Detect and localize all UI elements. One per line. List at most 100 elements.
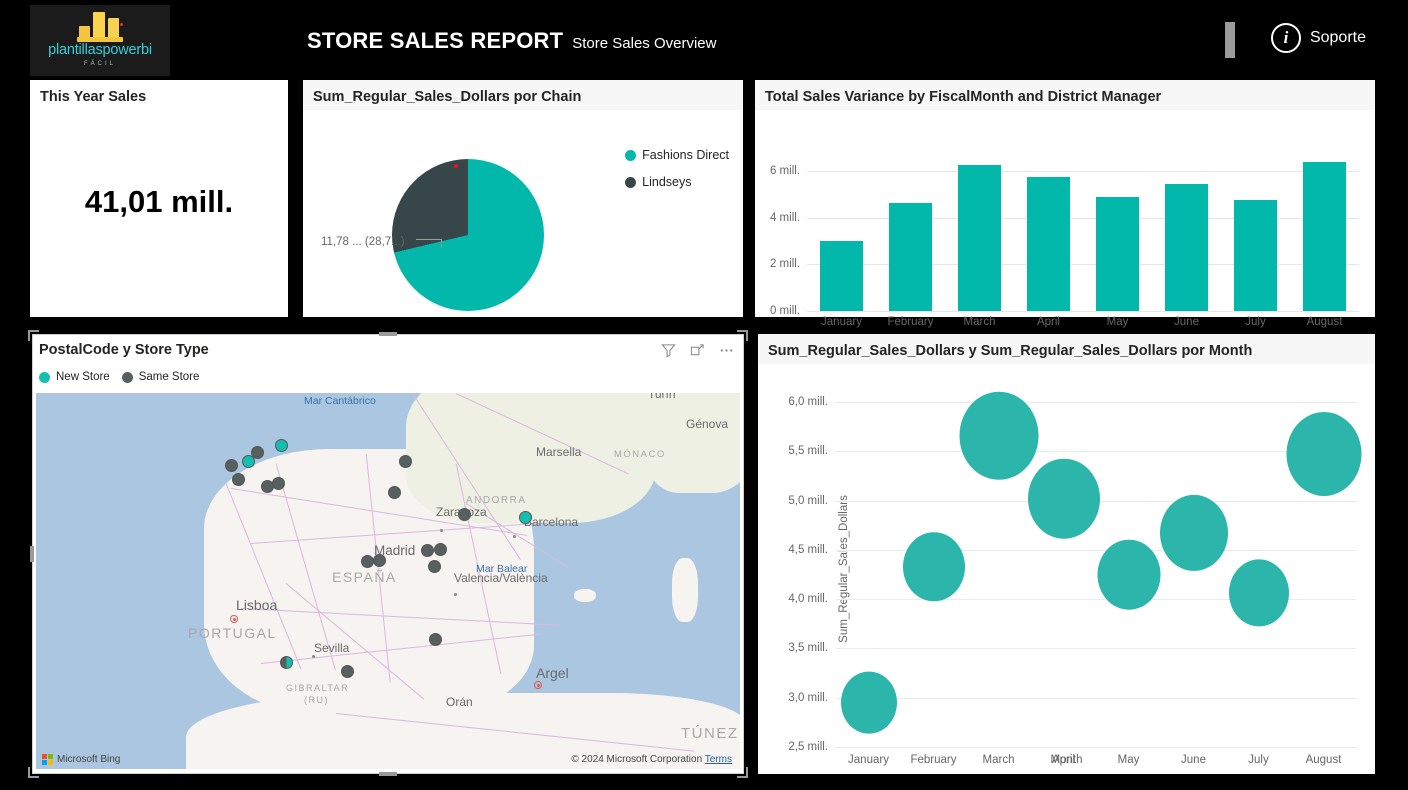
- bar[interactable]: [958, 164, 1001, 311]
- logo-subtitle: FÁCIL: [83, 61, 116, 68]
- store-marker-same[interactable]: [272, 477, 285, 490]
- store-marker-new[interactable]: [275, 439, 288, 452]
- store-marker-same[interactable]: [429, 633, 442, 646]
- pie-legend-item[interactable]: Lindseys: [625, 175, 729, 189]
- x-axis-tick-label: February: [910, 754, 957, 766]
- bar-column: July: [1221, 148, 1290, 328]
- sales-variance-bar-panel[interactable]: Total Sales Variance by FiscalMonth and …: [755, 80, 1375, 328]
- resize-handle-bottom-right[interactable]: [737, 767, 748, 778]
- bar-column: August: [1290, 148, 1359, 328]
- logo-name: plantillaspowerbi: [48, 41, 152, 58]
- store-marker-same[interactable]: [341, 665, 354, 678]
- bar[interactable]: [1165, 184, 1208, 311]
- terms-link[interactable]: Terms: [705, 754, 732, 765]
- store-marker-same[interactable]: [458, 508, 471, 521]
- map-legend-item[interactable]: New Store: [39, 371, 110, 383]
- store-marker-same[interactable]: [434, 543, 447, 556]
- bar[interactable]: [1234, 200, 1277, 311]
- x-axis-tick-label: February: [887, 316, 934, 328]
- resize-handle-bottom-left[interactable]: [28, 767, 39, 778]
- store-marker-new[interactable]: [519, 511, 532, 524]
- city-label: Valencia/València: [454, 571, 548, 585]
- map-legend-item[interactable]: Same Store: [121, 371, 200, 383]
- y-axis-tick-label: 6 mill.: [769, 165, 800, 178]
- support-button[interactable]: i Soporte: [1270, 23, 1366, 53]
- city-label: Turín: [648, 393, 676, 401]
- country-label: (RU): [304, 695, 329, 705]
- resize-handle-top-left[interactable]: [28, 330, 39, 341]
- bubble-point[interactable]: [959, 391, 1038, 480]
- x-axis-tick-label: April: [1036, 316, 1060, 328]
- bar[interactable]: [1027, 177, 1070, 311]
- map-copyright: © 2024 Microsoft Corporation Terms: [571, 754, 732, 765]
- y-axis-tick-label: 4,0 mill.: [788, 593, 828, 606]
- pie-legend: Fashions Direct Lindseys: [625, 148, 729, 202]
- store-marker-same[interactable]: [399, 455, 412, 468]
- bubble-point[interactable]: [1228, 559, 1289, 627]
- postalcode-store-type-map-panel[interactable]: PostalCode y Store Type New Store Same S…: [28, 330, 748, 778]
- store-marker-same[interactable]: [251, 446, 264, 459]
- info-icon: i: [1270, 23, 1301, 53]
- resize-handle-top-right[interactable]: [737, 330, 748, 341]
- pie-legend-item[interactable]: Fashions Direct: [625, 148, 729, 162]
- sales-by-month-bubble-panel[interactable]: Sum_Regular_Sales_Dollars y Sum_Regular_…: [758, 334, 1375, 774]
- city-label: Orán: [446, 695, 473, 709]
- x-axis-tick-label: March: [982, 754, 1015, 766]
- y-axis-tick-label: 2,5 mill.: [788, 741, 828, 753]
- microsoft-logo-icon: [42, 754, 53, 765]
- sales-by-chain-pie-panel[interactable]: Sum_Regular_Sales_Dollars por Chain 11,7…: [303, 80, 743, 410]
- store-marker-same[interactable]: [421, 544, 434, 557]
- focus-mode-icon[interactable]: [686, 339, 708, 361]
- bubble-point[interactable]: [1097, 539, 1160, 610]
- city-dot: [454, 593, 457, 596]
- gridline: [836, 402, 1356, 403]
- bubble-point[interactable]: [1027, 458, 1100, 539]
- city-dot: [312, 655, 315, 658]
- legend-label: Same Store: [138, 371, 200, 383]
- store-marker-same[interactable]: [225, 459, 238, 472]
- resize-handle-top[interactable]: [379, 332, 397, 336]
- x-axis-tick-label: August: [1305, 754, 1342, 766]
- city-label: Lisboa: [236, 597, 278, 613]
- bar[interactable]: [1303, 161, 1346, 311]
- store-marker-same[interactable]: [232, 473, 245, 486]
- store-marker-same[interactable]: [373, 554, 386, 567]
- this-year-sales-card[interactable]: This Year Sales 41,01 mill.: [30, 80, 288, 317]
- gridline: [836, 451, 1356, 453]
- pie-chart[interactable]: [392, 159, 544, 311]
- resize-handle-left[interactable]: [30, 546, 34, 562]
- map-canvas[interactable]: Mar Cantábrico Mar Balear ESPAÑA PORTUGA…: [36, 393, 740, 769]
- bar[interactable]: [1096, 197, 1139, 311]
- y-axis-tick-label: 3,5 mill.: [788, 642, 828, 655]
- report-canvas: plantillaspowerbi FÁCIL STORE SALES REPO…: [0, 0, 1408, 790]
- bubble-point[interactable]: [840, 671, 897, 734]
- map-title: PostalCode y Store Type: [39, 342, 209, 358]
- filter-icon[interactable]: [657, 339, 679, 361]
- country-label: GIBRALTAR: [286, 683, 350, 693]
- bar[interactable]: [820, 241, 863, 311]
- resize-handle-bottom[interactable]: [379, 772, 397, 776]
- italy-landmass: [646, 393, 740, 493]
- city-label: Génova: [686, 417, 729, 431]
- sardinia-landmass: [672, 558, 698, 622]
- city-label: Marsella: [536, 445, 582, 459]
- store-marker-same[interactable]: [361, 555, 374, 568]
- pie-chart-title: Sum_Regular_Sales_Dollars por Chain: [303, 80, 743, 110]
- store-marker-same[interactable]: [388, 486, 401, 499]
- bubble-point[interactable]: [1286, 412, 1361, 497]
- bubble-point[interactable]: [1159, 495, 1228, 572]
- bubble-chart-title: Sum_Regular_Sales_Dollars y Sum_Regular_…: [758, 334, 1375, 364]
- brand-logo[interactable]: plantillaspowerbi FÁCIL: [30, 5, 170, 76]
- legend-color-dot: [39, 371, 50, 383]
- bar-chart-logo-icon: [77, 11, 123, 42]
- bar-column: May: [1083, 148, 1152, 328]
- store-marker-mixed[interactable]: [280, 656, 293, 669]
- pie-chart-body: 11,78 ... (28,7...) 29,23 mill. (71,27%)…: [303, 110, 743, 410]
- city-label: Barcelona: [524, 515, 579, 529]
- bar[interactable]: [889, 202, 932, 311]
- store-marker-same[interactable]: [428, 560, 441, 573]
- country-label: PORTUGAL: [188, 625, 277, 641]
- more-options-icon[interactable]: [715, 339, 737, 361]
- bubble-point[interactable]: [902, 531, 965, 602]
- pie-leader-line-top: [416, 239, 442, 248]
